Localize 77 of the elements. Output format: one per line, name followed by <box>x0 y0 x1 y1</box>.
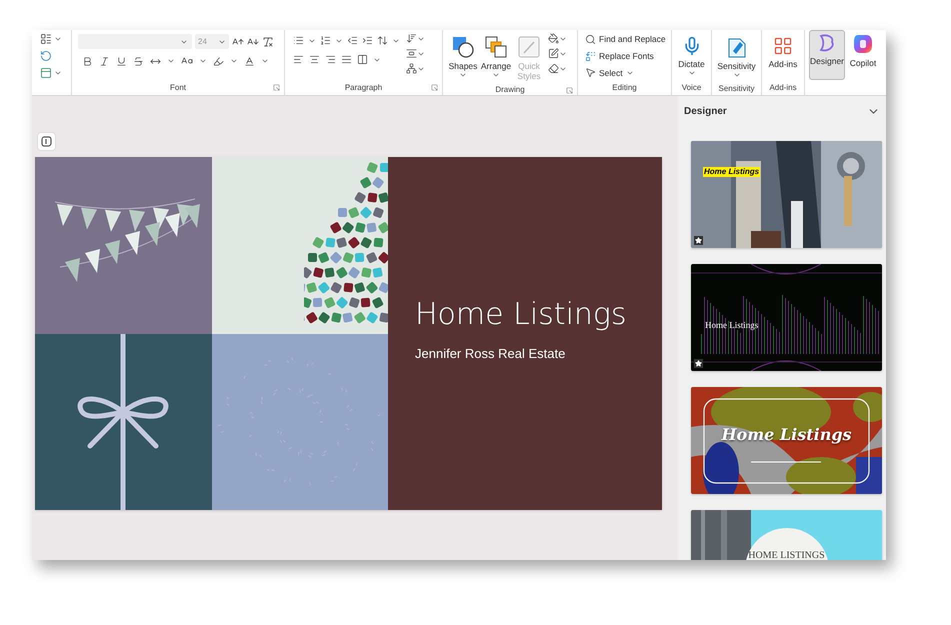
editing-command[interactable]: Find and Replace <box>585 33 666 46</box>
group-label: Sensitivity <box>718 82 754 94</box>
replace-icon[interactable] <box>585 50 596 62</box>
bold-icon[interactable] <box>82 56 93 66</box>
reset-icon[interactable] <box>40 50 52 62</box>
chevron-down-icon <box>54 69 62 77</box>
design-title: Home Listings <box>705 319 758 332</box>
group-label: Voice <box>682 82 702 94</box>
strikethrough-icon[interactable] <box>133 56 144 66</box>
chevron-down-icon <box>732 71 740 79</box>
design-thumbnail[interactable]: Home Listings <box>691 264 882 371</box>
smartart-icon[interactable] <box>406 63 417 74</box>
chevron-down-icon <box>492 71 500 79</box>
ribbon-button[interactable]: Dictate <box>676 33 707 80</box>
design-thumbnail[interactable]: Home Listings <box>691 141 882 248</box>
ribbon-button[interactable]: Arrange <box>480 33 512 84</box>
editing-command[interactable]: Replace Fonts <box>585 50 666 62</box>
ribbon-button[interactable]: Copilot <box>846 30 880 71</box>
highlighter-icon[interactable] <box>213 56 224 66</box>
slide[interactable]: Home Listings Jennifer Ross Real Estate <box>35 157 662 510</box>
chevron-down-icon <box>261 57 269 65</box>
dialog-launcher-icon[interactable] <box>431 84 438 91</box>
fill-icon[interactable] <box>548 33 559 44</box>
shrink-font-icon[interactable] <box>247 36 259 48</box>
group-label: Drawing <box>495 84 525 96</box>
align-text-icon[interactable] <box>406 48 417 59</box>
ribbon-button[interactable]: Shapes <box>447 33 479 84</box>
group-label: Paragraph <box>344 82 382 94</box>
dialog-launcher-icon[interactable] <box>273 84 280 91</box>
design-title: HOME LISTINGS <box>747 550 826 560</box>
sensitivity-icon <box>726 36 746 58</box>
search-icon[interactable] <box>585 34 596 45</box>
align-right-icon[interactable] <box>325 54 336 65</box>
underline-icon[interactable] <box>116 56 127 66</box>
design-title: Home Listings <box>703 167 760 177</box>
shapes-icon <box>452 36 474 58</box>
slide-subtitle: Jennifer Ross Real Estate <box>415 344 566 363</box>
design-thumbnail[interactable]: HOME LISTINGS <box>691 510 882 560</box>
chevron-down-icon <box>167 57 175 65</box>
decrease-indent-icon[interactable] <box>347 35 358 46</box>
copilot-slide-button[interactable] <box>37 132 56 151</box>
columns-icon[interactable] <box>357 54 368 65</box>
ribbon-button[interactable]: Sensitivity <box>716 33 757 82</box>
increase-indent-icon[interactable] <box>362 35 373 46</box>
ribbon-button[interactable]: Add-ins <box>766 33 800 72</box>
chevron-down-icon <box>54 35 62 43</box>
chevron-down-icon <box>459 71 467 79</box>
arrange-icon <box>485 36 507 58</box>
line-spacing-icon[interactable] <box>377 35 388 46</box>
slide-title: Home Listings <box>415 296 628 334</box>
group-label: Add-ins <box>769 82 797 94</box>
italic-icon[interactable] <box>99 56 110 66</box>
align-left-icon[interactable] <box>293 54 304 65</box>
chevron-down-icon <box>199 57 207 65</box>
group-label: Font <box>170 82 186 94</box>
quick-styles-icon <box>518 36 540 58</box>
section-icon[interactable] <box>40 67 52 79</box>
pane-title: Designer <box>684 105 727 119</box>
numbering-icon[interactable] <box>320 35 331 46</box>
chevron-down-icon <box>230 57 238 65</box>
clear-formatting-icon[interactable] <box>262 36 274 48</box>
add-ins-icon <box>773 36 793 56</box>
font-name-field[interactable] <box>78 34 192 49</box>
justify-icon[interactable] <box>341 54 352 65</box>
pointer-icon[interactable] <box>585 67 596 78</box>
editing-command[interactable]: Select <box>585 66 666 80</box>
grow-font-icon[interactable] <box>232 36 244 48</box>
text-direction-icon[interactable] <box>406 33 417 44</box>
ribbon-button[interactable]: Designer <box>809 30 845 80</box>
chevron-down-icon <box>688 69 696 77</box>
outline-icon[interactable] <box>548 48 559 59</box>
align-center-icon[interactable] <box>309 54 320 65</box>
layout-icon[interactable] <box>40 33 52 45</box>
effects-icon[interactable] <box>548 63 559 74</box>
font-color-icon[interactable] <box>244 56 255 66</box>
group-label: Editing <box>612 82 637 94</box>
dialog-launcher-icon[interactable] <box>566 87 573 94</box>
